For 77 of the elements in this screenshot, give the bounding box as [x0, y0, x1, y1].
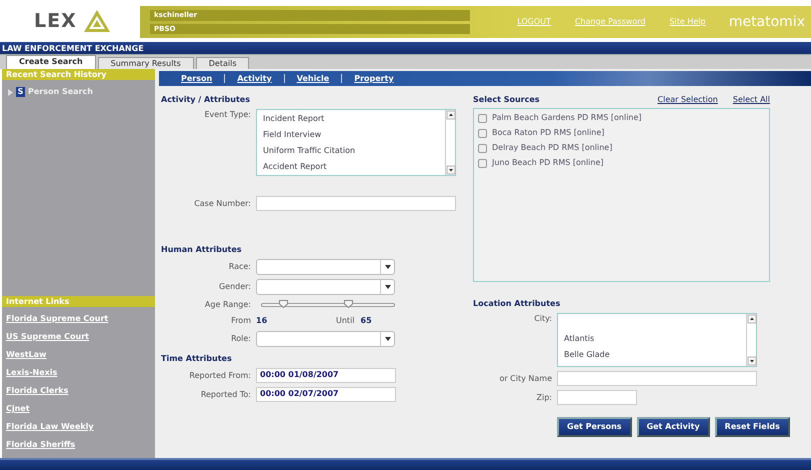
field-label: or City Name: [498, 372, 553, 384]
section-title: Select Sources: [473, 94, 540, 106]
tab[interactable]: Summary Results: [98, 57, 194, 69]
list-option[interactable]: Atlantis: [558, 330, 614, 346]
field-label: Until: [336, 315, 355, 327]
checkbox[interactable]: [478, 144, 487, 152]
app-title-bar: LAW ENFORCEMENT EXCHANGE: [0, 42, 811, 55]
field-label: From: [230, 315, 252, 327]
logo-text: LEX: [34, 8, 77, 34]
dropdown-icon: [384, 337, 390, 341]
field-label: Gender:: [218, 281, 252, 293]
scrollbar[interactable]: [746, 314, 756, 366]
section-title: Activity / Attributes: [161, 94, 251, 106]
subnav-link[interactable]: Vehicle: [296, 72, 330, 84]
slider-thumb[interactable]: [344, 300, 353, 308]
field-label: Race:: [228, 261, 252, 273]
tab[interactable]: Create Search: [6, 55, 96, 69]
field-label: Role:: [230, 333, 252, 345]
dropdown-icon: [384, 265, 390, 269]
checkbox-label: Palm Beach Gardens PD RMS [online]: [492, 112, 642, 124]
field-label: Zip:: [536, 392, 553, 404]
listbox[interactable]: Incident Report Field Interview Uniform Traffic Citation Accident Report: [256, 109, 456, 176]
checkbox[interactable]: [478, 114, 487, 122]
action-button[interactable]: Reset Fields: [714, 417, 790, 437]
action-button[interactable]: Get Activity: [636, 417, 710, 437]
subnav-link[interactable]: Person: [181, 72, 212, 84]
checkbox-label: Juno Beach PD RMS [online]: [492, 157, 604, 169]
field-label: City:: [533, 313, 553, 325]
tab[interactable]: Details: [196, 57, 250, 69]
scroll-up-icon: [446, 110, 456, 120]
sidebar-heading: Recent Search History: [2, 69, 155, 80]
select-field[interactable]: [256, 259, 395, 275]
age-value: 65: [360, 315, 372, 327]
scrollbar[interactable]: [445, 110, 455, 175]
section-title: Human Attributes: [161, 244, 243, 256]
field-label: Reported To:: [200, 388, 252, 400]
scroll-up-icon: [747, 314, 757, 324]
brand-name: metatomix: [728, 12, 805, 32]
listbox[interactable]: Atlantis Belle Glade: [557, 313, 757, 367]
list-option[interactable]: Incident Report: [257, 110, 360, 126]
section-title: Time Attributes: [161, 353, 233, 365]
section-title: Location Attributes: [473, 298, 562, 310]
scroll-down-icon: [747, 356, 757, 366]
input-field[interactable]: 00:00 02/07/2007: [256, 387, 396, 402]
input-field[interactable]: 00:00 01/08/2007: [256, 368, 396, 383]
slider-thumb[interactable]: [279, 300, 288, 308]
text-link[interactable]: Select All: [732, 95, 770, 104]
action-button[interactable]: Get Persons: [557, 417, 632, 437]
input-field[interactable]: [256, 196, 456, 211]
list-option[interactable]: Belle Glade: [558, 346, 614, 362]
triangle-logo-icon: [82, 9, 111, 33]
sidebar-heading: Internet Links: [2, 296, 155, 307]
input-field[interactable]: [557, 371, 757, 386]
checkbox-label: Delray Beach PD RMS [online]: [492, 142, 612, 154]
checkbox[interactable]: [478, 158, 487, 168]
select-field[interactable]: [256, 331, 395, 347]
search-type-badge: S: [16, 87, 25, 97]
list-option[interactable]: Field Interview: [257, 126, 360, 142]
dropdown-icon: [384, 285, 390, 289]
history-item[interactable]: S Person Search: [2, 80, 155, 104]
subnav-link[interactable]: Property: [354, 72, 394, 84]
history-label: Person Search: [28, 86, 93, 98]
subnav-link[interactable]: Activity: [237, 72, 272, 84]
age-value: 16: [256, 315, 268, 327]
list-option[interactable]: Uniform Traffic Citation: [257, 142, 360, 158]
field-label: Reported From:: [188, 370, 252, 382]
list-option[interactable]: Accident Report: [257, 158, 360, 174]
field-label: Age Range:: [204, 299, 252, 311]
expand-icon: [8, 88, 13, 96]
checkbox[interactable]: [478, 128, 487, 138]
field-label: Event Type:: [203, 109, 252, 121]
scroll-down-icon: [446, 165, 456, 175]
field-label: Case Number:: [193, 198, 252, 210]
input-field[interactable]: [557, 390, 637, 405]
text-link[interactable]: Clear Selection: [658, 95, 718, 104]
select-field[interactable]: [256, 279, 395, 295]
checkbox-label: Boca Raton PD RMS [online]: [492, 127, 604, 139]
